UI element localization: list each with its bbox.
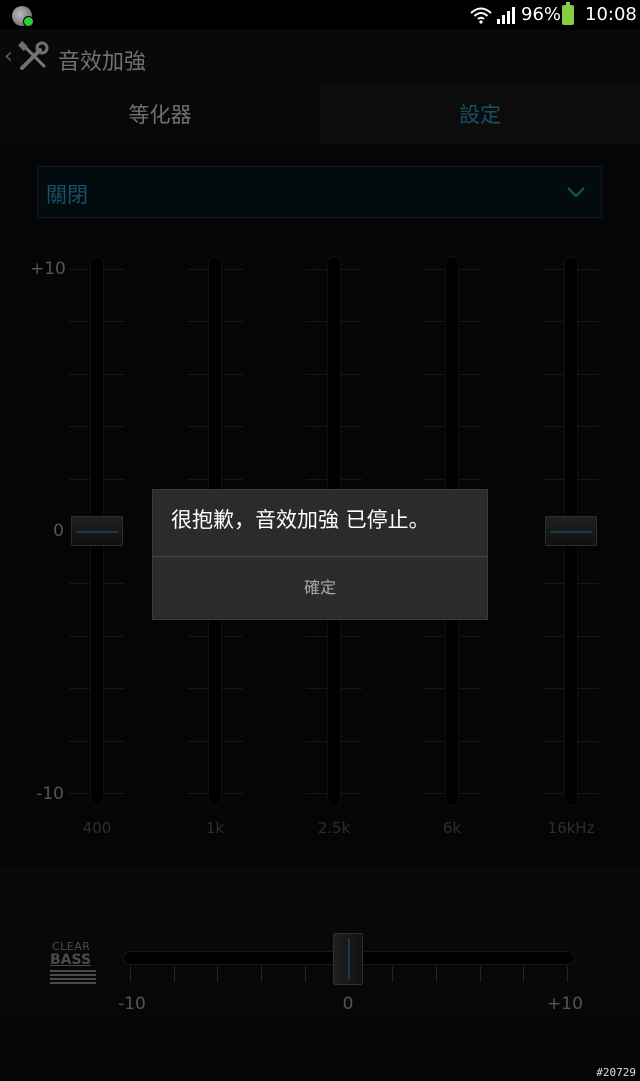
error-dialog: 很抱歉，音效加強 已停止。 確定 [152,489,488,620]
dialog-message: 很抱歉，音效加強 已停止。 [171,508,430,532]
status-clock: 10:08 [585,4,637,25]
status-bar: 96% 10:08 [0,0,640,30]
signal-icon [497,7,515,24]
wifi-icon [470,7,492,24]
notification-icon [12,6,34,27]
battery-percent: 96% [521,4,562,25]
ok-button[interactable]: 確定 [153,557,487,619]
battery-icon [562,2,574,25]
watermark: #20729 [596,1066,636,1079]
